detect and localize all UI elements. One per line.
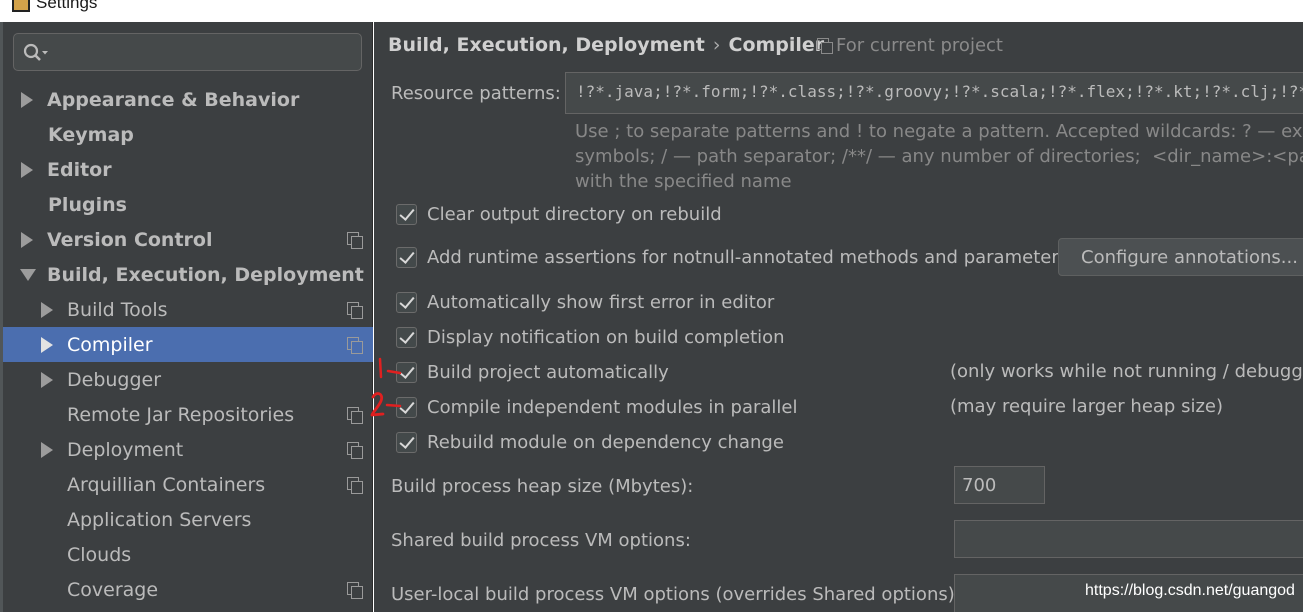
breadcrumb-current: Compiler: [728, 34, 825, 56]
sidebar-item-label: Clouds: [67, 543, 132, 566]
sidebar-item-keymap[interactable]: Keymap: [3, 117, 373, 152]
sidebar-item-editor[interactable]: Editor: [3, 152, 373, 187]
heap-size-input[interactable]: 700: [954, 466, 1045, 504]
build-notification-checkbox[interactable]: [396, 326, 417, 348]
sidebar-item-label: Compiler: [67, 333, 153, 356]
rebuild-on-dependency-checkbox-row[interactable]: Rebuild module on dependency change: [396, 429, 784, 455]
configure-annotations-button[interactable]: Configure annotations...: [1058, 238, 1303, 276]
sidebar-item-label: Coverage: [67, 578, 159, 601]
checkbox-label: Compile independent modules in parallel: [427, 396, 798, 418]
sidebar-item-remote-jar-repositories[interactable]: Remote Jar Repositories: [3, 397, 373, 432]
breadcrumb-parent[interactable]: Build, Execution, Deployment: [388, 34, 705, 56]
breadcrumb-separator: ›: [712, 34, 721, 56]
expand-arrow-icon[interactable]: [21, 161, 33, 178]
project-scope-icon: [347, 582, 363, 599]
help-line-1: Use ; to separate patterns and ! to nega…: [575, 121, 1303, 142]
project-scope-icon: [347, 302, 363, 319]
help-line-2: symbols; / — path separator; /**/ — any …: [575, 146, 1303, 167]
search-icon: [23, 43, 48, 61]
expand-arrow-icon[interactable]: [21, 231, 33, 248]
heap-size-label: Build process heap size (Mbytes):: [391, 476, 694, 497]
expand-arrow-icon[interactable]: [41, 371, 53, 388]
breadcrumb: Build, Execution, Deployment › Compiler: [388, 34, 824, 56]
resource-patterns-help: Use ; to separate patterns and ! to nega…: [575, 119, 1303, 194]
build-automatically-checkbox-row[interactable]: Build project automatically: [396, 359, 669, 385]
parallel-compile-checkbox-row[interactable]: Compile independent modules in parallel: [396, 394, 798, 420]
sidebar-item-label: Remote Jar Repositories: [67, 403, 295, 426]
runtime-assertions-checkbox[interactable]: [396, 246, 417, 268]
sidebar-item-arquillian-containers[interactable]: Arquillian Containers: [3, 467, 373, 502]
runtime-assertions-checkbox-row[interactable]: Add runtime assertions for notnull-annot…: [396, 244, 1068, 270]
sidebar-item-version-control[interactable]: Version Control: [3, 222, 373, 257]
search-input[interactable]: [13, 33, 362, 71]
show-first-error-checkbox[interactable]: [396, 291, 417, 313]
clear-output-checkbox[interactable]: [396, 203, 417, 225]
sidebar-item-label: Plugins: [48, 193, 127, 216]
sidebar-item-label: Build Tools: [67, 298, 168, 321]
for-project-label: For current project: [836, 35, 1003, 56]
annotation-mark-2: [370, 392, 402, 417]
sidebar-item-compiler[interactable]: Compiler: [3, 327, 373, 362]
window-title: Settings: [36, 0, 98, 12]
project-scope-icon: [347, 477, 363, 494]
collapse-arrow-icon[interactable]: [20, 269, 36, 281]
project-scope-icon: [817, 38, 833, 54]
checkbox-label: Add runtime assertions for notnull-annot…: [427, 246, 1069, 268]
watermark: https://blog.csdn.net/guangod: [1085, 582, 1295, 599]
sidebar-item-plugins[interactable]: Plugins: [3, 187, 373, 222]
expand-arrow-icon[interactable]: [41, 336, 53, 353]
sidebar-item-clouds[interactable]: Clouds: [3, 537, 373, 572]
user-local-vm-options-label: User-local build process VM options (ove…: [391, 584, 961, 605]
project-scope-icon: [347, 232, 363, 249]
expand-arrow-icon[interactable]: [41, 301, 53, 318]
sidebar-item-label: Deployment: [67, 438, 184, 461]
build-automatically-note: (only works while not running / debuggin…: [950, 361, 1303, 382]
sidebar-item-debugger[interactable]: Debugger: [3, 362, 373, 397]
sidebar-item-label: Version Control: [47, 228, 213, 251]
sidebar-item-application-servers[interactable]: Application Servers: [3, 502, 373, 537]
checkbox-label: Display notification on build completion: [427, 326, 785, 348]
annotation-mark-1: [378, 357, 402, 379]
shared-vm-options-input[interactable]: [954, 520, 1303, 558]
show-first-error-checkbox-row[interactable]: Automatically show first error in editor: [396, 289, 774, 315]
project-scope-icon: [347, 442, 363, 459]
sidebar-item-label: Application Servers: [67, 508, 252, 531]
sidebar-item-label: Debugger: [67, 368, 162, 391]
title-bar: Settings: [0, 0, 1303, 22]
sidebar-item-label: Arquillian Containers: [67, 473, 266, 496]
rebuild-on-dependency-checkbox[interactable]: [396, 431, 417, 453]
clear-output-checkbox-row[interactable]: Clear output directory on rebuild: [396, 201, 722, 227]
app-icon: [12, 0, 30, 12]
checkbox-label: Automatically show first error in editor: [427, 291, 775, 313]
checkbox-label: Build project automatically: [427, 361, 669, 383]
sidebar-item-coverage[interactable]: Coverage: [3, 572, 373, 607]
parallel-compile-note: (may require larger heap size): [950, 396, 1223, 417]
sidebar-item-label: Build, Execution, Deployment: [47, 263, 364, 286]
sidebar-item-label: Editor: [47, 158, 112, 181]
for-current-project-hint: For current project: [817, 35, 1003, 56]
shared-vm-options-label: Shared build process VM options:: [391, 530, 691, 551]
compiler-settings-panel: Build, Execution, Deployment › Compiler Fo…: [374, 22, 1303, 612]
sidebar-item-label: Appearance & Behavior: [47, 88, 300, 111]
resource-patterns-input[interactable]: !?*.java;!?*.form;!?*.class;!?*.groovy;!…: [565, 72, 1303, 114]
handwritten-annotations: [370, 357, 402, 417]
project-scope-icon: [347, 407, 363, 424]
sidebar-item-deployment[interactable]: Deployment: [3, 432, 373, 467]
expand-arrow-icon[interactable]: [21, 91, 33, 108]
checkbox-label: Clear output directory on rebuild: [427, 203, 722, 225]
expand-arrow-icon[interactable]: [41, 441, 53, 458]
resource-patterns-label: Resource patterns:: [391, 83, 561, 104]
help-line-3: with the specified name: [575, 171, 792, 192]
project-scope-icon: [347, 337, 363, 354]
sidebar-item-build-execution-deployment[interactable]: Build, Execution, Deployment: [3, 257, 373, 292]
sidebar-item-build-tools[interactable]: Build Tools: [3, 292, 373, 327]
sidebar-item-appearance-behavior[interactable]: Appearance & Behavior: [3, 82, 373, 117]
sidebar-item-label: Keymap: [48, 123, 134, 146]
build-notification-checkbox-row[interactable]: Display notification on build completion: [396, 324, 785, 350]
checkbox-label: Rebuild module on dependency change: [427, 431, 784, 453]
